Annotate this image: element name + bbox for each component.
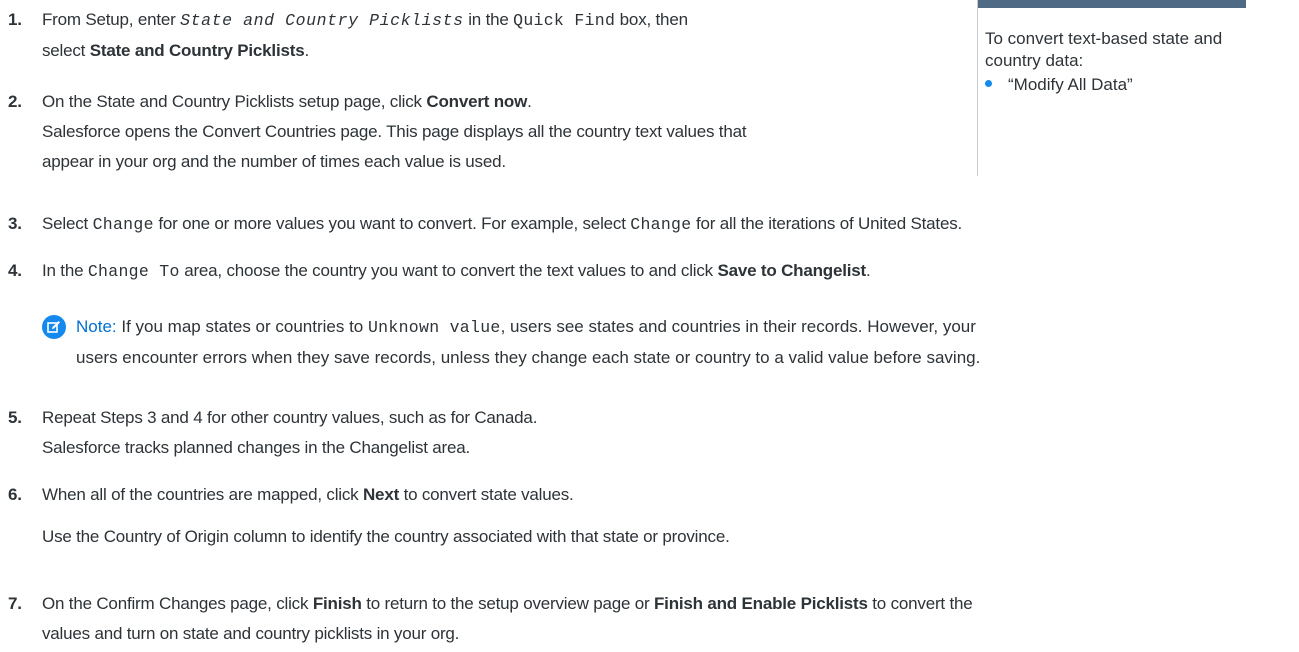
ui-label-bold: Finish and Enable Picklists [653, 594, 868, 613]
step-2-line-2: Salesforce opens the Convert Countries p… [42, 122, 747, 141]
step-text: to return to the setup overview page or [361, 594, 654, 613]
step-text: to convert the [867, 594, 973, 613]
step-text: area, choose the country you want to con… [179, 261, 718, 280]
ui-label-bold: Convert now [426, 92, 528, 111]
edit-note-icon [42, 315, 66, 339]
step-6-line-2: Use the Country of Origin column to iden… [42, 527, 730, 546]
step-text: Select [42, 214, 93, 233]
step-5-line-2: Salesforce tracks planned changes in the… [42, 438, 471, 457]
step-text: to convert state values. [399, 485, 574, 504]
code-text: State and Country Picklists [180, 11, 464, 30]
step-text: On the State and Country Picklists setup… [42, 92, 427, 111]
sidebar-description: To convert text-based state and country … [985, 29, 1223, 70]
step-5-line-1: Repeat Steps 3 and 4 for other country v… [42, 408, 538, 427]
sidebar-header-bar [978, 0, 1246, 8]
code-text: Change [630, 215, 692, 234]
step-text: When all of the countries are mapped, cl… [42, 485, 363, 504]
code-text: Unknown value [367, 318, 501, 337]
step-3: 3. Select Change for one or more values … [8, 209, 962, 240]
step-5: 5. Repeat Steps 3 and 4 for other countr… [8, 403, 537, 463]
step-number: 5. [8, 408, 22, 427]
note-line-2: users encounter errors when they save re… [76, 348, 981, 367]
step-6-line-1: When all of the countries are mapped, cl… [42, 480, 730, 510]
step-1-line-2: select State and Country Picklists. [42, 36, 688, 66]
step-7: 7. On the Confirm Changes page, click Fi… [8, 589, 973, 649]
step-text: . [527, 92, 532, 111]
document: 1. From Setup, enter State and Country P… [0, 0, 1299, 652]
ui-label-bold: State and Country Picklists [89, 41, 305, 60]
step-number: 1. [8, 10, 22, 29]
step-2-line-3: appear in your org and the number of tim… [42, 152, 506, 171]
step-2-line-1: On the State and Country Picklists setup… [42, 87, 746, 117]
step-text: From Setup, enter [42, 10, 181, 29]
permission-label: “Modify All Data” [1008, 75, 1133, 94]
step-text: On the Confirm Changes page, click [42, 594, 313, 613]
step-text: In the [42, 261, 88, 280]
note-text: , users see states and countries in thei… [500, 317, 976, 336]
step-text: . [866, 261, 871, 280]
step-1: 1. From Setup, enter State and Country P… [8, 5, 688, 66]
note-callout: Note: If you map states or countries to … [42, 312, 1297, 373]
step-text: box, then [615, 10, 688, 29]
step-number: 7. [8, 594, 22, 613]
note-label: Note: [76, 317, 117, 336]
code-text: Change To [87, 262, 180, 281]
ui-label-bold: Save to Changelist [717, 261, 867, 280]
code-text: Quick Find [513, 11, 616, 30]
step-number: 6. [8, 485, 22, 504]
step-text: for all the iterations of United States. [691, 214, 963, 233]
note-text: If you map states or countries to [116, 317, 368, 336]
step-number: 4. [8, 261, 22, 280]
ui-label-bold: Finish [312, 594, 362, 613]
step-6: 6. When all of the countries are mapped,… [8, 480, 730, 552]
step-number: 3. [8, 214, 22, 233]
step-2: 2. On the State and Country Picklists se… [8, 87, 747, 177]
user-permissions-sidebar: To convert text-based state and country … [977, 0, 1253, 176]
step-7-line-2: values and turn on state and country pic… [42, 624, 460, 643]
step-4: 4. In the Change To area, choose the cou… [8, 256, 871, 287]
step-number: 2. [8, 92, 22, 111]
permission-item: “Modify All Data” [985, 74, 1133, 96]
step-text: for one or more values you want to conve… [153, 214, 631, 233]
step-7-line-1: On the Confirm Changes page, click Finis… [42, 589, 973, 619]
step-1-line-1: From Setup, enter State and Country Pick… [42, 5, 688, 36]
code-text: Change [92, 215, 154, 234]
step-text: . [304, 41, 309, 60]
ui-label-bold: Next [362, 485, 400, 504]
step-text: in the [463, 10, 514, 29]
note-line-1: Note: If you map states or countries to … [76, 312, 1297, 343]
bullet-icon [985, 80, 992, 88]
step-text: select [42, 41, 90, 60]
